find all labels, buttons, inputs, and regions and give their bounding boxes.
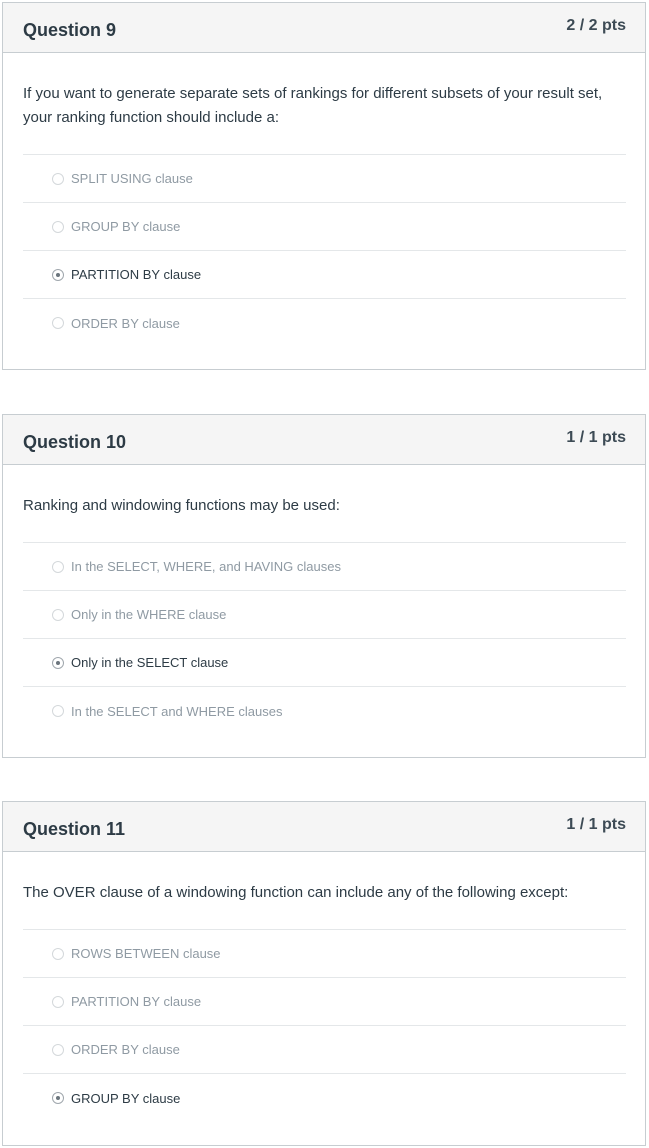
question-points: 1 / 1 pts <box>566 429 626 446</box>
answer-option[interactable]: ORDER BY clause <box>23 1026 626 1074</box>
answer-option[interactable]: PARTITION BY clause <box>23 978 626 1026</box>
question-points: 2 / 2 pts <box>566 17 626 34</box>
answer-option[interactable]: In the SELECT, WHERE, and HAVING clauses <box>23 543 626 591</box>
answer-label: In the SELECT and WHERE clauses <box>71 703 283 719</box>
radio-button-icon[interactable] <box>52 947 64 960</box>
radio-button-icon[interactable] <box>52 268 64 281</box>
answer-label: Only in the WHERE clause <box>71 607 227 622</box>
answer-label: PARTITION BY clause <box>71 994 202 1009</box>
question-header: Question 10 1 / 1 pts <box>3 415 645 465</box>
question-body: Ranking and windowing functions may be u… <box>3 465 645 735</box>
question-header: Question 11 1 / 1 pts <box>3 802 645 852</box>
answer-list: SPLIT USING clause GROUP BY clause PARTI… <box>23 154 626 347</box>
question-11: Question 11 1 / 1 pts The OVER clause of… <box>2 801 646 1146</box>
radio-button-icon[interactable] <box>52 317 64 329</box>
question-body: If you want to generate separate sets of… <box>3 53 645 347</box>
question-text: The OVER clause of a windowing function … <box>23 884 569 901</box>
radio-button-icon[interactable] <box>52 172 64 185</box>
question-points: 1 / 1 pts <box>566 816 626 833</box>
answer-option[interactable]: In the SELECT and WHERE clauses <box>23 687 626 735</box>
question-10: Question 10 1 / 1 pts Ranking and window… <box>2 414 646 758</box>
radio-button-icon[interactable] <box>52 705 64 717</box>
answer-option[interactable]: ROWS BETWEEN clause <box>23 930 626 978</box>
answer-option[interactable]: PARTITION BY clause <box>23 251 626 299</box>
radio-button-icon[interactable] <box>52 220 64 233</box>
answer-label: ORDER BY clause <box>71 1042 180 1057</box>
answer-label: PARTITION BY clause <box>71 267 202 282</box>
radio-button-icon[interactable] <box>52 1043 64 1056</box>
question-9: Question 9 2 / 2 pts If you want to gene… <box>2 2 646 370</box>
answer-label: SPLIT USING clause <box>71 171 193 186</box>
radio-button-icon[interactable] <box>52 560 64 573</box>
question-title: Question 10 <box>23 432 127 452</box>
question-body: The OVER clause of a windowing function … <box>3 852 645 1122</box>
answer-label: In the SELECT, WHERE, and HAVING clauses <box>71 559 341 574</box>
radio-button-icon[interactable] <box>52 995 64 1008</box>
answer-label: GROUP BY clause <box>71 219 181 234</box>
question-header: Question 9 2 / 2 pts <box>3 3 645 53</box>
answer-option[interactable]: Only in the WHERE clause <box>23 591 626 639</box>
question-title: Question 9 <box>23 20 117 40</box>
radio-button-icon[interactable] <box>52 608 64 621</box>
answer-option[interactable]: Only in the SELECT clause <box>23 639 626 687</box>
radio-button-icon[interactable] <box>52 1092 64 1104</box>
question-title: Question 11 <box>23 819 126 839</box>
radio-button-icon[interactable] <box>52 656 64 669</box>
question-text: If you want to generate separate sets of… <box>23 85 603 126</box>
answer-option[interactable]: ORDER BY clause <box>23 299 626 347</box>
answer-label: ORDER BY clause <box>71 315 180 331</box>
answer-label: ROWS BETWEEN clause <box>71 946 221 961</box>
answer-list: ROWS BETWEEN clause PARTITION BY clause … <box>23 929 626 1122</box>
question-text: Ranking and windowing functions may be u… <box>23 497 340 514</box>
answer-label: GROUP BY clause <box>71 1090 181 1106</box>
answer-option[interactable]: SPLIT USING clause <box>23 155 626 203</box>
answer-option[interactable]: GROUP BY clause <box>23 1074 626 1122</box>
answer-option[interactable]: GROUP BY clause <box>23 203 626 251</box>
answer-label: Only in the SELECT clause <box>71 655 229 670</box>
answer-list: In the SELECT, WHERE, and HAVING clauses… <box>23 542 626 735</box>
